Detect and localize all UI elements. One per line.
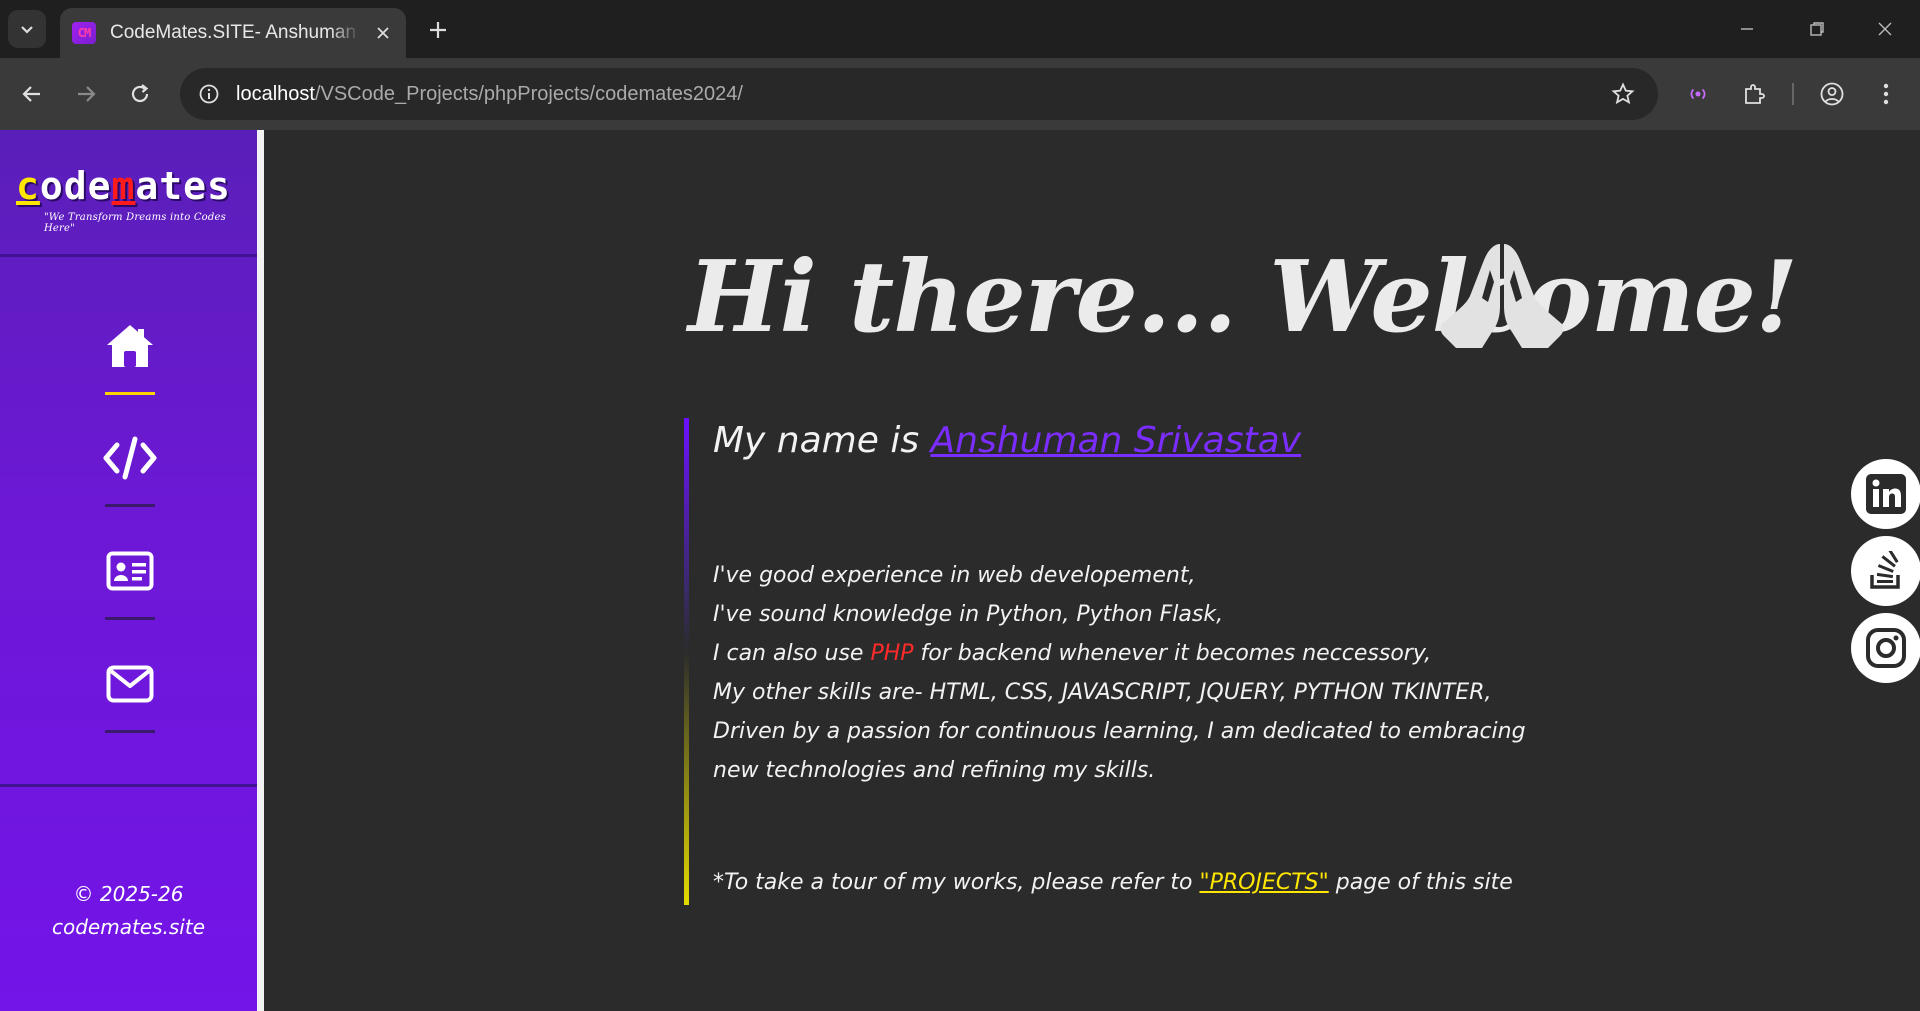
stackoverflow-button[interactable]: [1851, 536, 1920, 606]
projects-link[interactable]: "PROJECTS": [1199, 870, 1328, 895]
logo[interactable]: codemates "We Transform Dreams into Code…: [0, 130, 257, 257]
nav-indicator: [105, 730, 155, 733]
sidebar-divider: [0, 784, 257, 787]
tab-title: CodeMates.SITE- Anshuman Srivastav: [110, 22, 360, 43]
nav-indicator: [105, 504, 155, 507]
intro-line: I've sound knowledge in Python, Python F…: [713, 602, 1224, 627]
intro-section: My name is Anshuman Srivastav I've good …: [684, 418, 1544, 905]
minimize-button[interactable]: [1722, 10, 1772, 48]
chevron-down-icon: [21, 26, 33, 34]
site-info-button[interactable]: [192, 77, 226, 111]
arrow-left-icon: [22, 86, 40, 102]
instagram-icon: [1866, 628, 1906, 668]
close-window-button[interactable]: [1860, 10, 1910, 48]
restore-icon: [1810, 22, 1824, 36]
name-prefix: My name is: [713, 420, 931, 461]
extensions-button[interactable]: [1734, 74, 1774, 114]
intro-line: I've good experience in web developement…: [713, 563, 1196, 588]
intro-paragraph: I've good experience in web developement…: [713, 556, 1544, 790]
profile-button[interactable]: [1812, 74, 1852, 114]
logo-letter-m: m: [111, 164, 136, 208]
minimize-icon: [1741, 28, 1753, 30]
logo-tagline: "We Transform Dreams into Codes Here": [44, 212, 226, 234]
forward-button[interactable]: [66, 74, 106, 114]
nav-indicator: [105, 617, 155, 620]
copyright-year: © 2025-26: [73, 882, 184, 906]
intro-line: I can also use PHP for backend whenever …: [713, 634, 1544, 673]
logo-text: codemates: [16, 164, 231, 208]
intro-line: new technologies and refining my skills.: [713, 758, 1156, 783]
active-indicator: [105, 392, 155, 395]
browser-menu-button[interactable]: [1866, 74, 1906, 114]
browser-tabstrip: CM CodeMates.SITE- Anshuman Srivastav: [0, 0, 1920, 58]
browser-tab-active[interactable]: CM CodeMates.SITE- Anshuman Srivastav: [60, 8, 406, 58]
favicon-icon: CM: [72, 22, 96, 44]
sidebar-item-projects[interactable]: [90, 430, 170, 520]
puzzle-icon: [1745, 84, 1765, 104]
sidebar-item-home[interactable]: [90, 318, 170, 408]
id-card-icon: [106, 551, 154, 591]
php-suffix: for backend whenever it becomes neccesso…: [913, 641, 1432, 666]
browser-toolbar: localhost/VSCode_Projects/phpProjects/co…: [0, 58, 1920, 130]
web-page: codemates "We Transform Dreams into Code…: [0, 130, 1920, 1011]
new-tab-button[interactable]: [420, 14, 456, 46]
praying-hands-icon: [1440, 244, 1564, 348]
php-highlight: PHP: [870, 641, 914, 666]
logo-part-ode: ode: [39, 164, 112, 208]
close-icon: [1878, 22, 1892, 36]
url-text: localhost/VSCode_Projects/phpProjects/co…: [236, 83, 743, 106]
code-icon: [103, 436, 157, 480]
copyright-site: codemates.site: [51, 915, 206, 939]
account-icon: [1820, 82, 1844, 106]
extension-media-button[interactable]: [1678, 74, 1718, 114]
sidebar-item-contact[interactable]: [90, 656, 170, 746]
logo-part-ates: ates: [135, 164, 231, 208]
sidebar-item-about[interactable]: [90, 543, 170, 633]
tour-note: *To take a tour of my works, please refe…: [713, 868, 1544, 898]
logo-letter-c: c: [16, 164, 40, 208]
url-host: localhost: [236, 82, 315, 105]
info-icon: [199, 84, 219, 104]
name-link[interactable]: Anshuman Srivastav: [931, 420, 1301, 461]
page-title: Hi there... Welcome!: [688, 240, 1798, 355]
home-icon: [107, 325, 153, 367]
back-button[interactable]: [12, 74, 52, 114]
bookmark-button[interactable]: [1606, 77, 1640, 111]
instagram-button[interactable]: [1851, 613, 1920, 683]
more-vertical-icon: [1883, 83, 1889, 105]
close-icon: [377, 27, 389, 39]
address-bar[interactable]: localhost/VSCode_Projects/phpProjects/co…: [180, 68, 1658, 120]
linkedin-icon: [1866, 474, 1906, 514]
arrow-right-icon: [78, 86, 96, 102]
php-prefix: I can also use: [713, 641, 871, 666]
name-heading: My name is Anshuman Srivastav: [713, 418, 1544, 464]
plus-icon: [430, 22, 446, 38]
tab-close-button[interactable]: [372, 22, 394, 44]
star-icon: [1611, 82, 1635, 105]
stackoverflow-icon: [1870, 551, 1900, 589]
reload-button[interactable]: [120, 74, 160, 114]
sidebar: codemates "We Transform Dreams into Code…: [0, 130, 264, 1011]
broadcast-icon: [1690, 88, 1706, 100]
restore-button[interactable]: [1792, 10, 1842, 48]
reload-icon: [131, 84, 149, 103]
envelope-icon: [106, 665, 154, 703]
toolbar-separator: [1792, 83, 1794, 105]
tour-suffix: page of this site: [1328, 870, 1513, 895]
url-path: /VSCode_Projects/phpProjects/codemates20…: [314, 82, 743, 105]
copyright: © 2025-26 codemates.site: [0, 878, 257, 944]
tour-prefix: *To take a tour of my works, please refe…: [713, 870, 1200, 895]
linkedin-button[interactable]: [1851, 459, 1920, 529]
intro-line: My other skills are- HTML, CSS, JAVASCRI…: [713, 680, 1492, 705]
tab-search-button[interactable]: [8, 10, 46, 48]
intro-line: Driven by a passion for continuous learn…: [713, 719, 1526, 744]
